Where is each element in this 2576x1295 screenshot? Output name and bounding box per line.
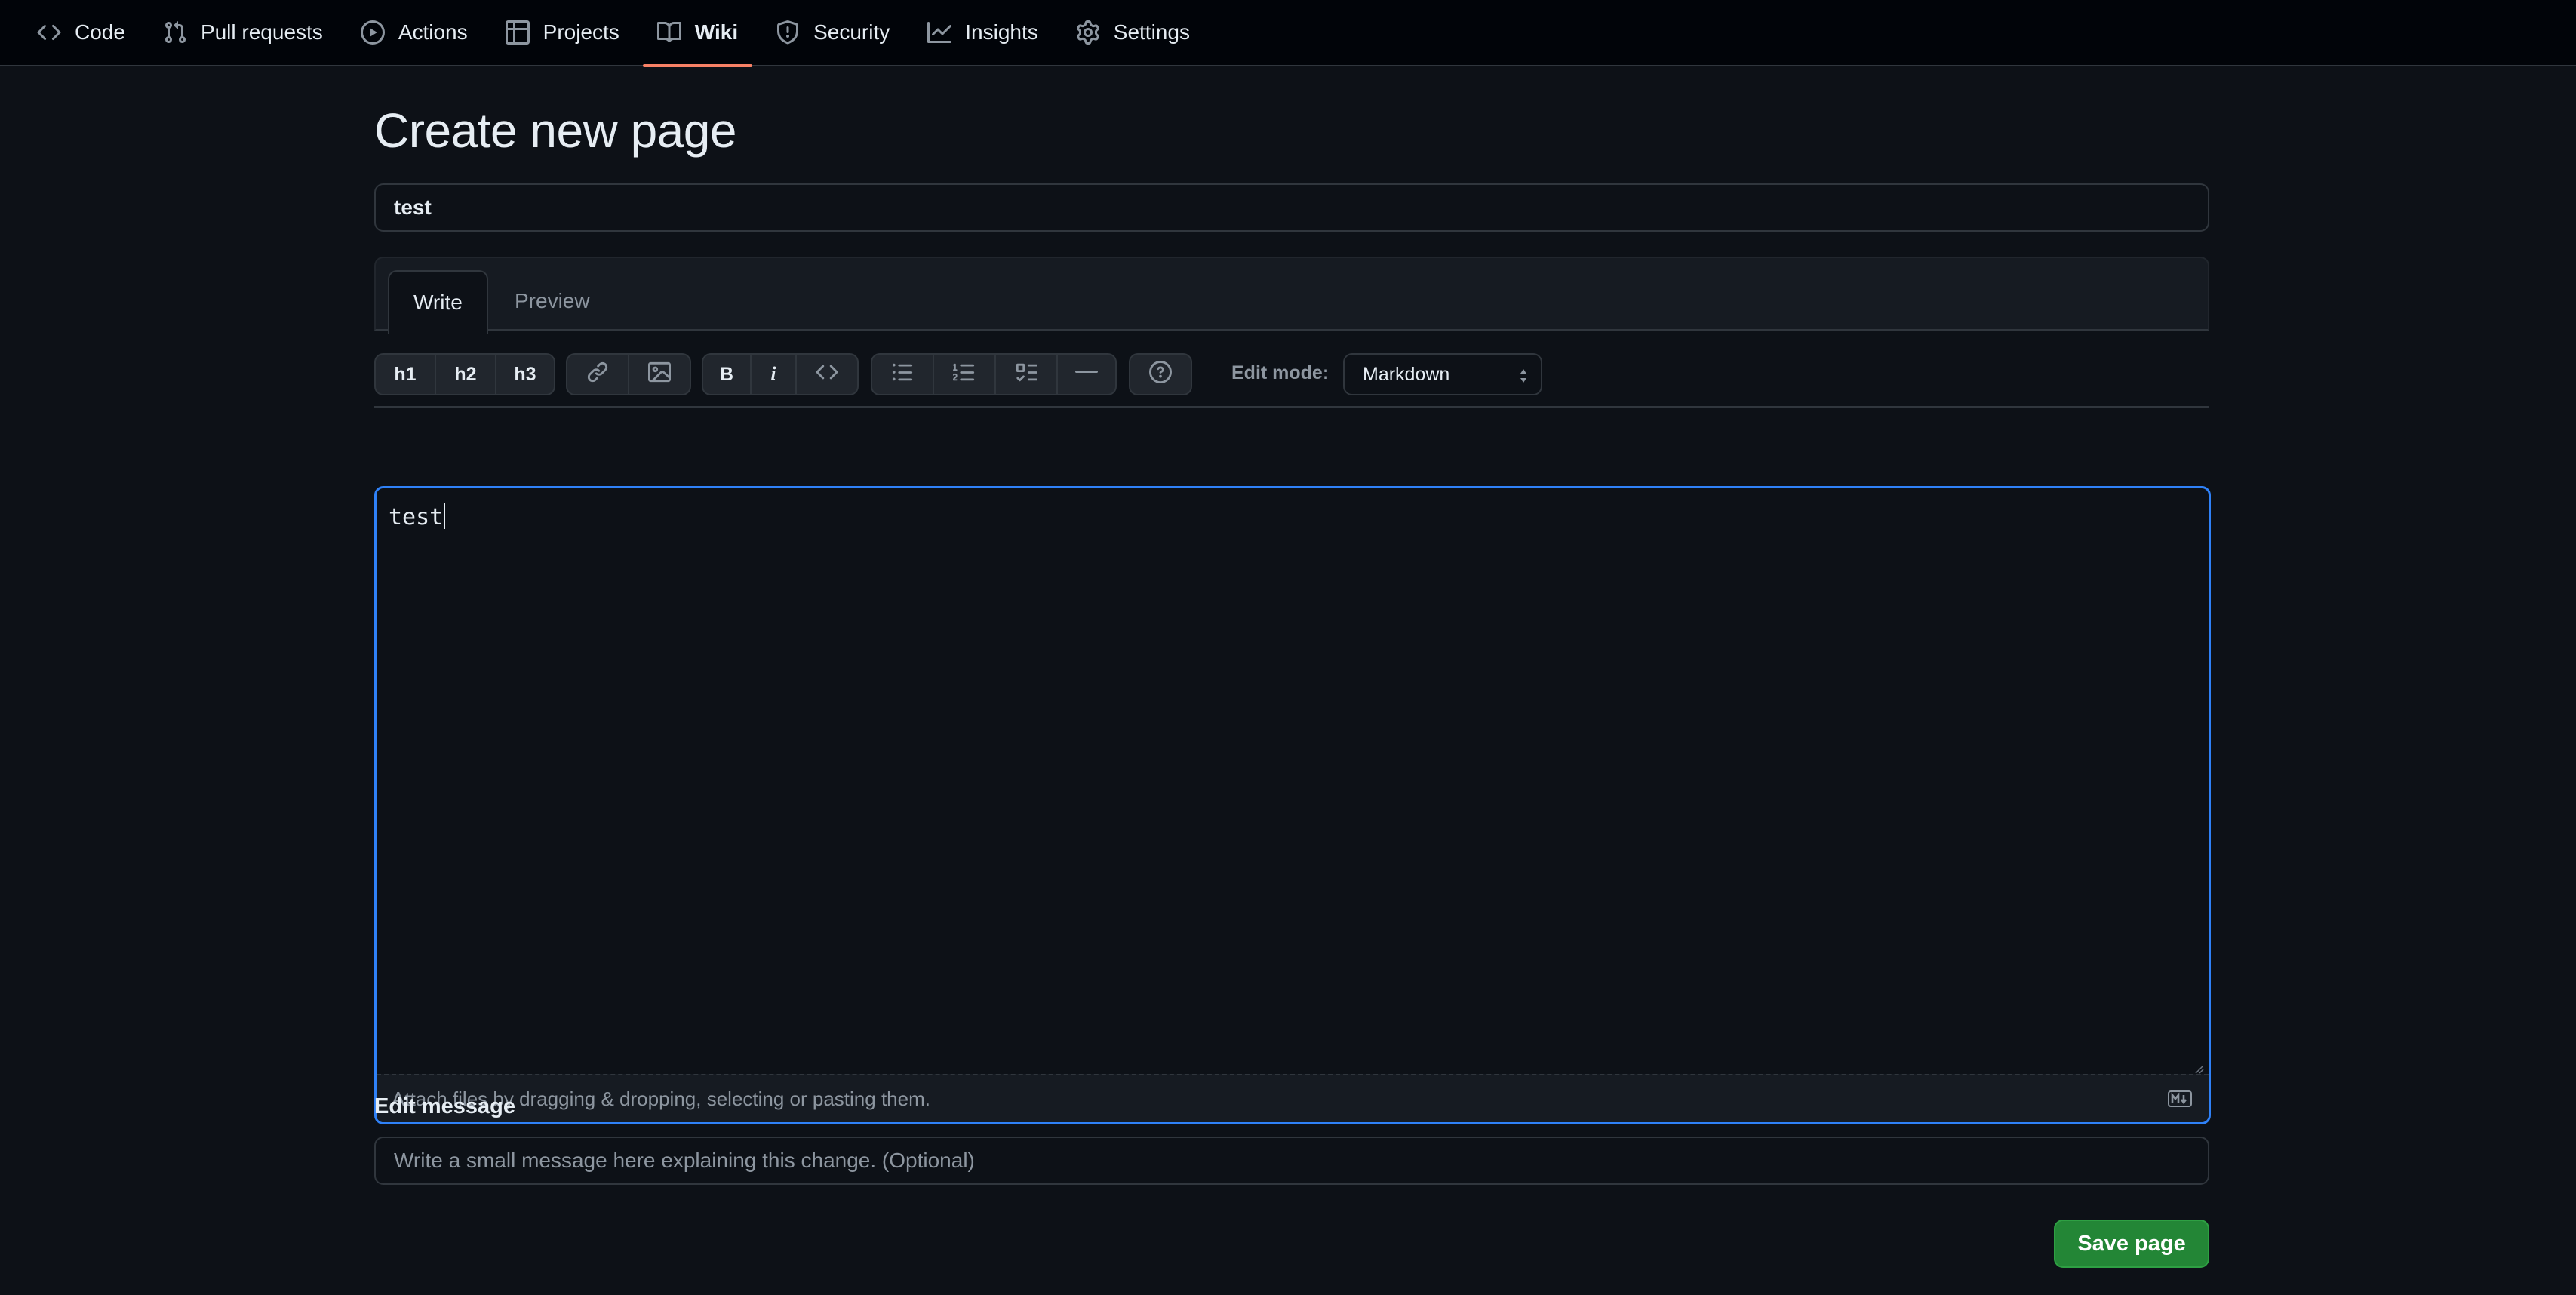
- nav-label: Actions: [398, 20, 468, 44]
- h3-button[interactable]: h3: [496, 355, 554, 394]
- task-list-button[interactable]: [996, 355, 1058, 394]
- git-pull-request-icon: [163, 20, 187, 45]
- edit-mode-value: Markdown: [1363, 363, 1450, 385]
- format-buttons: B i: [702, 353, 859, 395]
- nav-code[interactable]: Code: [23, 0, 140, 66]
- link-button[interactable]: [567, 355, 629, 394]
- nav-insights[interactable]: Insights: [913, 0, 1053, 66]
- nav-settings[interactable]: Settings: [1062, 0, 1204, 66]
- image-icon: [648, 361, 671, 389]
- code-icon: [37, 20, 61, 45]
- select-arrows-icon: [1520, 369, 1526, 383]
- code-icon: [816, 361, 838, 389]
- h1-button[interactable]: h1: [376, 355, 436, 394]
- help-buttons: [1129, 353, 1192, 395]
- unordered-list-button[interactable]: [872, 355, 934, 394]
- toolbar-divider: [374, 406, 2209, 408]
- shield-icon: [776, 20, 800, 45]
- nav-label: Wiki: [694, 20, 739, 44]
- editor-tabs: Write Preview: [374, 257, 2209, 334]
- play-icon: [360, 20, 385, 45]
- markdown-icon[interactable]: [2168, 1090, 2192, 1107]
- code-button[interactable]: [797, 355, 857, 394]
- nav-label: Pull requests: [200, 20, 323, 44]
- resize-grip-icon[interactable]: [2193, 1063, 2204, 1074]
- edit-mode-label: Edit mode:: [1231, 362, 1329, 383]
- bold-button[interactable]: B: [703, 355, 752, 394]
- book-icon: [656, 20, 681, 45]
- editor-textarea[interactable]: test: [389, 503, 446, 531]
- text-caret: [444, 503, 446, 529]
- h2-button[interactable]: h2: [436, 355, 496, 394]
- save-page-button[interactable]: Save page: [2054, 1220, 2209, 1268]
- horizontal-rule-button[interactable]: [1058, 355, 1115, 394]
- nav-label: Security: [813, 20, 890, 44]
- markdown-toolbar: h1 h2 h3 B i Edit mode: Markdown: [374, 353, 2209, 395]
- italic-button[interactable]: i: [752, 355, 797, 394]
- edit-message-label: Edit message: [374, 1094, 515, 1118]
- ordered-list-button[interactable]: [934, 355, 996, 394]
- question-icon: [1149, 360, 1172, 389]
- nav-security[interactable]: Security: [761, 0, 904, 66]
- list-ordered-icon: [953, 361, 976, 389]
- link-icon: [586, 361, 609, 389]
- page-title-input[interactable]: [374, 183, 2209, 232]
- table-icon: [505, 20, 530, 45]
- tasklist-icon: [1015, 361, 1037, 389]
- edit-message-input[interactable]: [374, 1137, 2209, 1185]
- repo-nav: Code Pull requests Actions Projects Wiki…: [0, 0, 2576, 67]
- list-buttons: [871, 353, 1117, 395]
- tab-preview[interactable]: Preview: [490, 270, 614, 332]
- list-unordered-icon: [891, 361, 914, 389]
- nav-wiki[interactable]: Wiki: [642, 0, 753, 67]
- page-title: Create new page: [374, 103, 736, 158]
- nav-label: Code: [75, 20, 125, 44]
- attach-files-bar[interactable]: Attach files by dragging & dropping, sel…: [377, 1074, 2209, 1122]
- heading-buttons: h1 h2 h3: [374, 353, 555, 395]
- graph-icon: [927, 20, 952, 45]
- gear-icon: [1076, 20, 1100, 45]
- nav-label: Settings: [1113, 20, 1190, 44]
- nav-pull-requests[interactable]: Pull requests: [149, 0, 337, 66]
- help-button[interactable]: [1130, 355, 1191, 394]
- insert-buttons: [566, 353, 691, 395]
- editor-content: test: [389, 504, 444, 531]
- nav-label: Insights: [965, 20, 1038, 44]
- edit-mode-select[interactable]: Markdown: [1343, 353, 1542, 395]
- nav-projects[interactable]: Projects: [491, 0, 634, 66]
- editor: test Attach files by dragging & dropping…: [374, 486, 2211, 1124]
- nav-label: Projects: [543, 20, 619, 44]
- tab-write[interactable]: Write: [388, 270, 488, 334]
- horizontal-rule-icon: [1075, 361, 1098, 389]
- nav-actions[interactable]: Actions: [346, 0, 482, 66]
- image-button[interactable]: [629, 355, 690, 394]
